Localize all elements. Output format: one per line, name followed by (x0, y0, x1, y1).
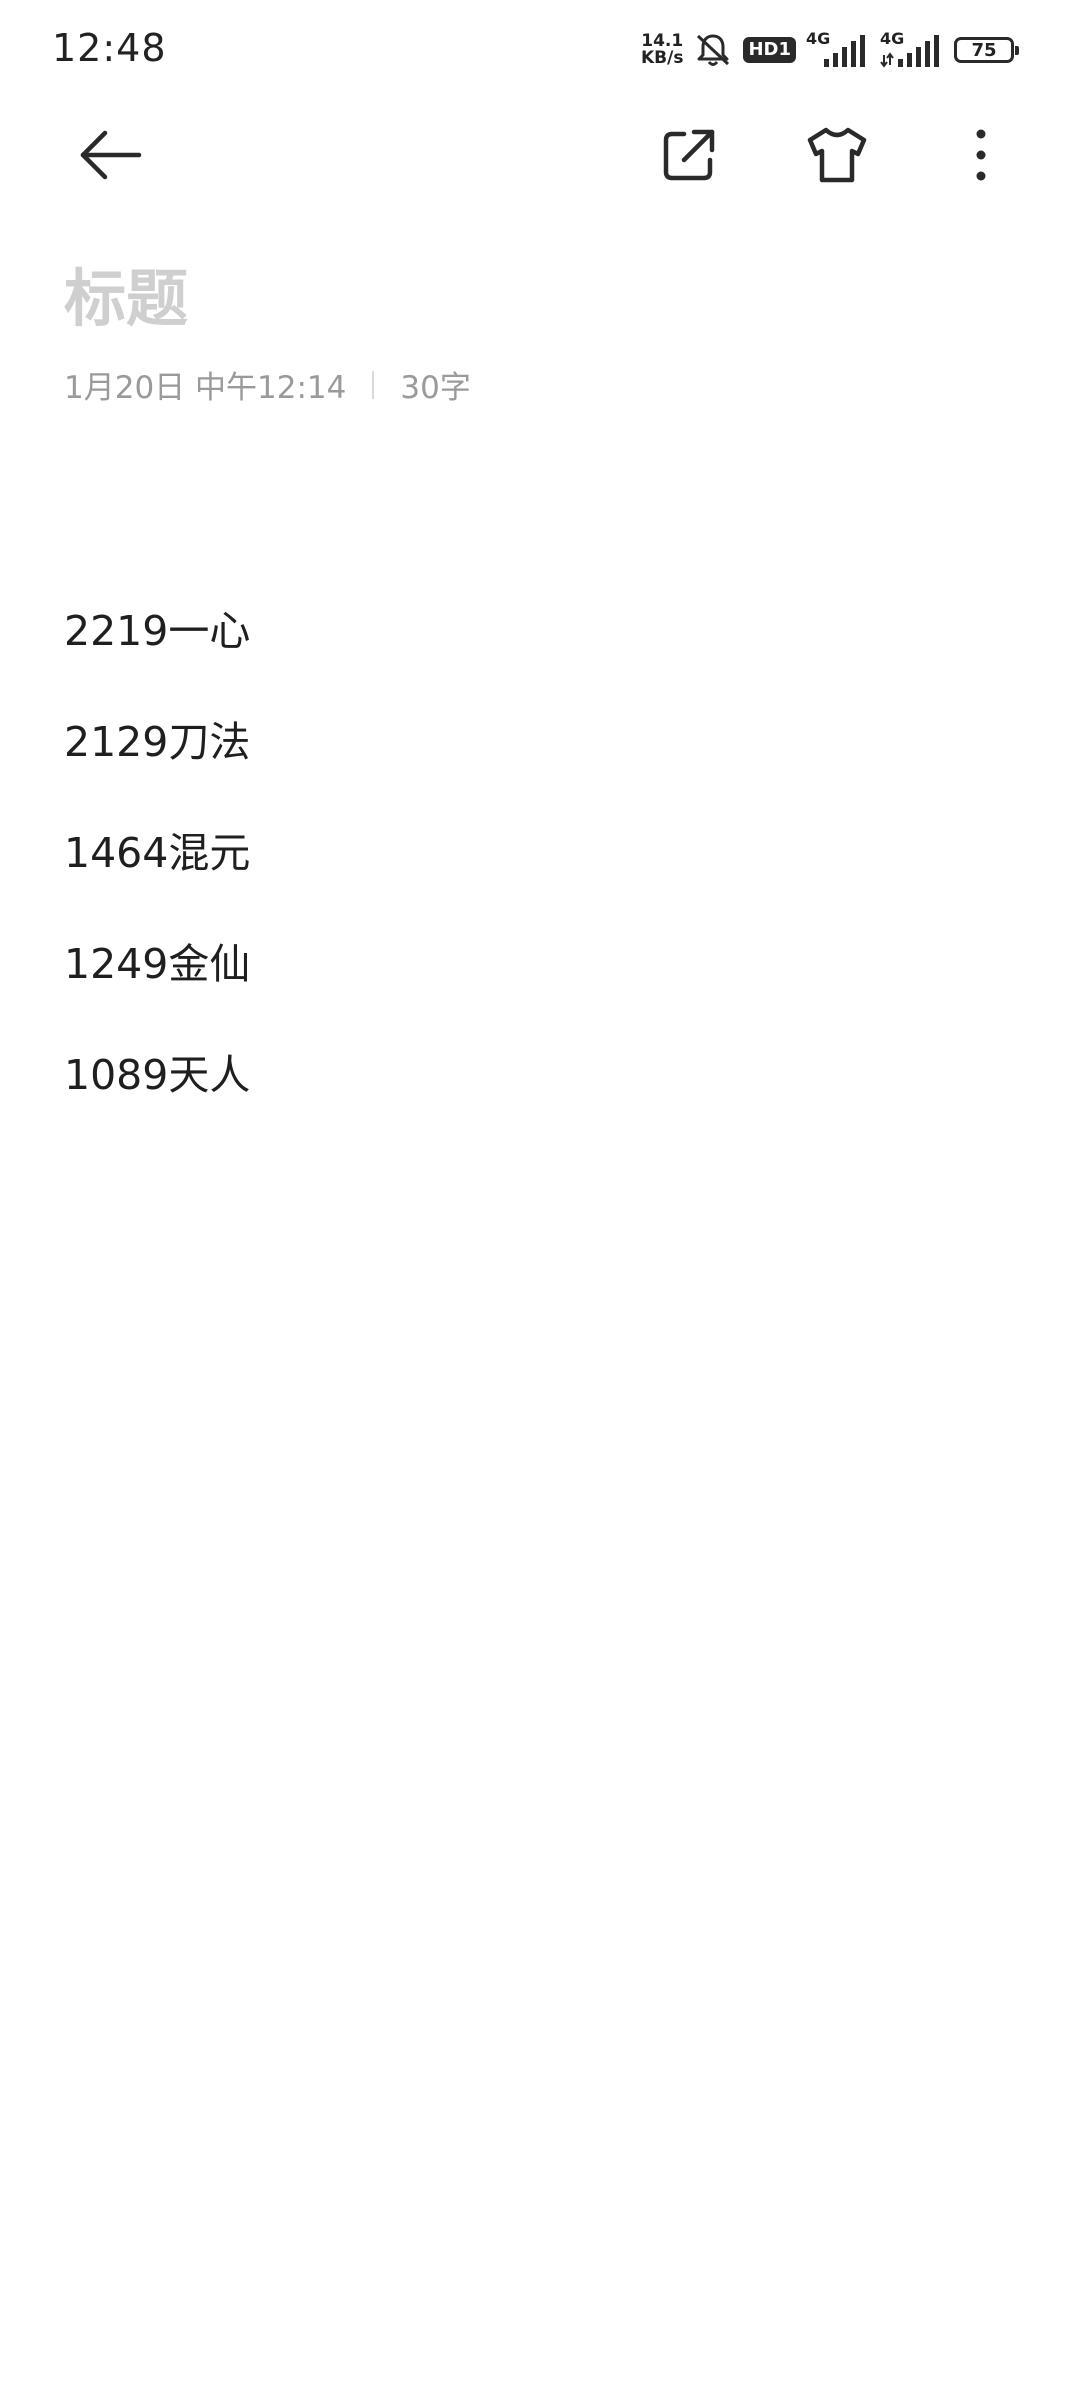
note-title-input[interactable]: 标题 (64, 248, 188, 338)
back-arrow-icon (80, 130, 142, 180)
more-options-button[interactable] (936, 110, 1026, 200)
signal-icon: 4G (806, 29, 870, 69)
note-line[interactable]: 1464混元 (64, 818, 1014, 929)
note-line[interactable]: 1089天人 (64, 1040, 1014, 1151)
status-icons: 14.1 KB/s HD1 4G 4G 75 (641, 28, 1019, 72)
network-speed-unit: KB/s (641, 48, 684, 68)
more-vertical-icon (976, 129, 986, 181)
meta-divider (372, 370, 375, 399)
share-button[interactable] (644, 110, 734, 200)
note-line[interactable]: 2129刀法 (64, 707, 1014, 818)
note-date: 1月20日 中午12:14 (64, 370, 347, 406)
note-toolbar (0, 110, 1080, 200)
tshirt-theme-icon (807, 127, 867, 183)
battery-level: 75 (971, 39, 997, 61)
theme-button[interactable] (792, 110, 882, 200)
status-time: 12:48 (52, 26, 167, 70)
note-body-editor[interactable]: 2219一心 2129刀法 1464混元 1249金仙 1089天人 (64, 596, 1014, 1151)
status-bar: 12:48 14.1 KB/s HD1 4G 4G 75 (0, 0, 1080, 100)
share-external-icon (663, 129, 715, 181)
back-button[interactable] (66, 110, 156, 200)
hd-badge: HD1 (743, 37, 796, 63)
note-line[interactable]: 2219一心 (64, 596, 1014, 707)
battery-icon: 75 (954, 37, 1019, 63)
note-meta: 1月20日 中午12:14 30字 (64, 362, 471, 407)
note-line[interactable]: 1249金仙 (64, 929, 1014, 1040)
note-word-count: 30字 (400, 370, 471, 406)
mute-bell-icon (697, 34, 730, 66)
network-speed: 14.1 KB/s (641, 33, 683, 67)
signal-icon: 4G (880, 29, 944, 69)
